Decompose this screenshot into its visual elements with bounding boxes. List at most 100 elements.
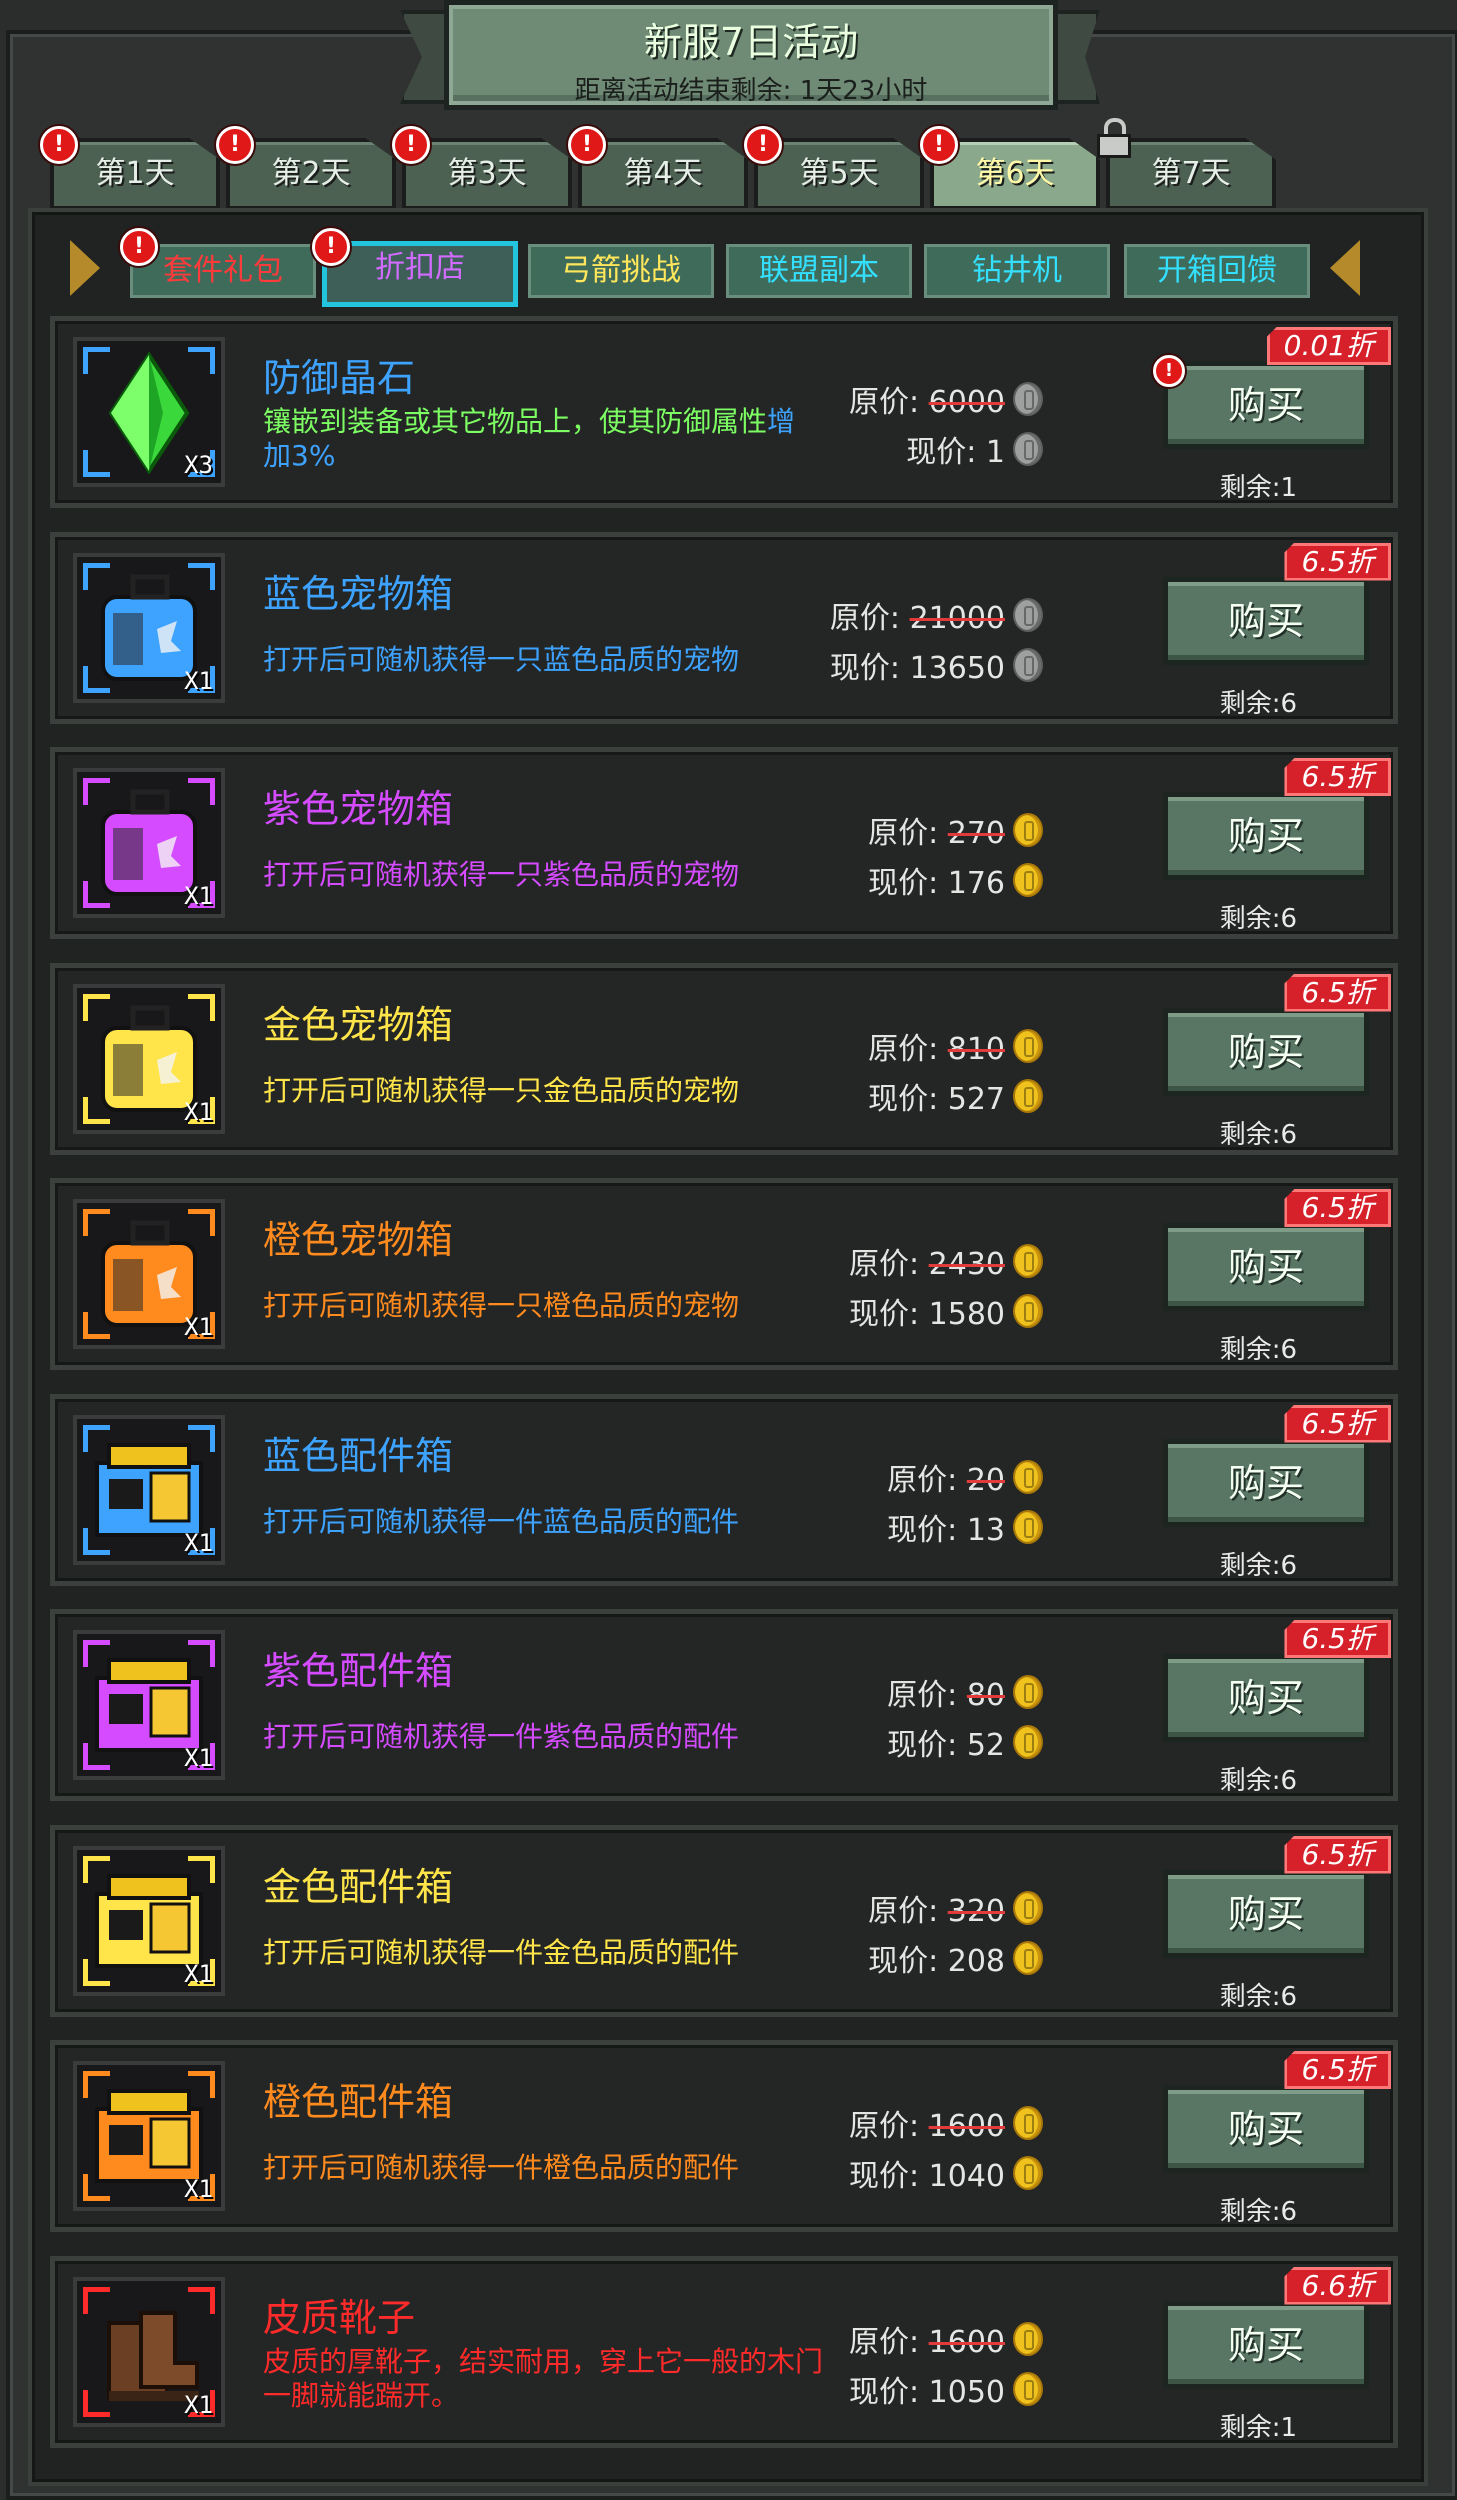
gold-parts-crate-icon: X1 bbox=[73, 1845, 225, 1996]
current-price-value: 1580 bbox=[928, 1297, 1005, 1332]
item-name: 皮质靴子 bbox=[263, 2295, 416, 2340]
current-price-value: 208 bbox=[947, 1943, 1005, 1979]
gold-coin-icon bbox=[1013, 1725, 1043, 1759]
alert-badge-icon: ! bbox=[312, 228, 350, 266]
alert-badge-icon: ! bbox=[40, 126, 78, 164]
parts-crate-lid bbox=[107, 1442, 191, 1469]
subtab-1[interactable]: 套件礼包 bbox=[130, 244, 316, 298]
parts-crate-panel bbox=[149, 1902, 191, 1953]
current-price: 现价: 1580 bbox=[849, 1289, 1043, 1333]
original-price-value: 810 bbox=[947, 1031, 1005, 1067]
title-box: 新服7日活动 距离活动结束剩余: 1天23小时 bbox=[444, 0, 1058, 110]
current-price-value: 176 bbox=[947, 866, 1005, 901]
current-price-value: 13650 bbox=[909, 650, 1005, 686]
buy-button[interactable]: 购买 bbox=[1163, 2300, 1369, 2389]
parts-crate-panel bbox=[149, 1471, 191, 1522]
alert-badge-icon: ! bbox=[568, 126, 606, 164]
shop-item-row: X1 皮质靴子 皮质的厚靴子，结实耐用，穿上它一般的木门一脚就能踹开。 原价: 160… bbox=[50, 2255, 1398, 2448]
item-name: 蓝色配件箱 bbox=[263, 1433, 454, 1478]
buy-button[interactable]: 购买 bbox=[1163, 1438, 1369, 1527]
item-count: X1 bbox=[184, 666, 213, 695]
subtab-2[interactable]: 折扣店 bbox=[322, 241, 518, 307]
shop-item-row: X1 橙色配件箱 打开后可随机获得一件橙色品质的配件 原价: 1600 现价: 1040… bbox=[50, 2040, 1398, 2232]
current-price-label: 现价: bbox=[868, 1943, 948, 1979]
buy-button[interactable]: 购买 bbox=[1163, 1007, 1369, 1096]
item-description: 打开后可随机获得一件蓝色品质的配件 bbox=[263, 1504, 740, 1538]
remaining-count: 剩余:6 bbox=[1219, 1119, 1297, 1150]
current-price: 现价: 13650 bbox=[830, 643, 1043, 687]
shop-item-row: X3 防御晶石 镶嵌到装备或其它物品上，使其防御属性增加3% 原价: 6000 现价: … bbox=[50, 316, 1398, 508]
original-price-label: 原价: bbox=[887, 1462, 967, 1498]
item-name: 紫色宠物箱 bbox=[263, 787, 454, 831]
original-price-value: 2430 bbox=[928, 1247, 1005, 1282]
gold-coin-icon bbox=[1013, 1078, 1043, 1113]
current-price-value: 1040 bbox=[928, 2159, 1005, 2194]
crate-grille bbox=[113, 1259, 143, 1311]
item-name: 蓝色宠物箱 bbox=[263, 571, 454, 616]
parts-crate-lid bbox=[107, 1873, 191, 1900]
item-name: 防御晶石 bbox=[263, 356, 416, 400]
gold-coin-icon bbox=[1013, 813, 1043, 847]
buy-button[interactable]: 购买 bbox=[1163, 1869, 1369, 1958]
current-price-value: 527 bbox=[947, 1081, 1005, 1117]
shop-item-row: X1 蓝色配件箱 打开后可随机获得一件蓝色品质的配件 原价: 20 现价: 13 购买 6.… bbox=[50, 1393, 1398, 1586]
original-price: 原价: 810 bbox=[868, 1024, 1043, 1068]
original-price-label: 原价: bbox=[848, 385, 929, 420]
parts-crate-panel bbox=[149, 1686, 191, 1738]
buy-button[interactable]: 购买 bbox=[1163, 1654, 1369, 1742]
original-price: 原价: 270 bbox=[868, 808, 1043, 852]
subtab-6[interactable]: 开箱回馈 bbox=[1124, 244, 1310, 298]
current-price: 现价: 1040 bbox=[849, 2151, 1043, 2195]
original-price: 原价: 21000 bbox=[830, 593, 1043, 637]
purple-pet-crate-icon: X1 bbox=[73, 768, 225, 918]
parts-crate-panel bbox=[149, 2117, 191, 2169]
current-price: 现价: 13 bbox=[887, 1505, 1043, 1549]
item-name: 紫色配件箱 bbox=[263, 1649, 454, 1693]
original-price-value: 20 bbox=[966, 1462, 1005, 1498]
shop-item-row: X1 金色配件箱 打开后可随机获得一件金色品质的配件 原价: 320 现价: 208 购买… bbox=[50, 1824, 1398, 2017]
silver-coin-icon bbox=[1013, 647, 1043, 682]
gold-coin-icon bbox=[1013, 2371, 1043, 2406]
item-description: 镶嵌到装备或其它物品上，使其防御属性增加3% bbox=[263, 405, 823, 473]
buy-button[interactable]: 购买 bbox=[1163, 361, 1369, 449]
subtab-3[interactable]: 弓箭挑战 bbox=[528, 244, 714, 298]
leather-boots-icon: X1 bbox=[73, 2276, 225, 2427]
lock-body bbox=[1097, 134, 1131, 158]
parts-crate-lid bbox=[107, 1658, 191, 1684]
subtab-5[interactable]: 钻井机 bbox=[924, 244, 1110, 298]
original-price-label: 原价: bbox=[829, 600, 910, 636]
discount-badge: 6.5折 bbox=[1284, 758, 1391, 796]
alert-badge-icon: ! bbox=[744, 126, 782, 164]
shop-item-row: X1 紫色配件箱 打开后可随机获得一件紫色品质的配件 原价: 80 现价: 52 购买 6.… bbox=[50, 1609, 1398, 1801]
discount-badge: 6.5折 bbox=[1284, 1620, 1391, 1658]
original-price-label: 原价: bbox=[868, 816, 948, 851]
event-countdown: 距离活动结束剩余: 1天23小时 bbox=[574, 76, 928, 106]
item-count: X3 bbox=[184, 451, 213, 479]
current-price: 现价: 176 bbox=[868, 858, 1043, 902]
item-count: X1 bbox=[184, 1744, 213, 1772]
remaining-count: 剩余:6 bbox=[1219, 1335, 1297, 1365]
current-price-value: 52 bbox=[966, 1728, 1005, 1763]
shop-item-row: X1 橙色宠物箱 打开后可随机获得一只橙色品质的宠物 原价: 2430 现价: 1580… bbox=[50, 1178, 1398, 1370]
discount-badge: 6.5折 bbox=[1284, 2051, 1391, 2089]
gold-coin-icon bbox=[1013, 2106, 1043, 2140]
current-price-value: 1050 bbox=[928, 2374, 1005, 2410]
day-tab-7[interactable]: 第7天 bbox=[1106, 138, 1276, 210]
shop-item-row: X1 紫色宠物箱 打开后可随机获得一只紫色品质的宠物 原价: 270 现价: 176 购买… bbox=[50, 747, 1398, 939]
parts-crate-screen bbox=[109, 1478, 143, 1509]
item-description: 打开后可随机获得一件紫色品质的配件 bbox=[263, 1720, 740, 1753]
title-banner: 新服7日活动 距离活动结束剩余: 1天23小时 bbox=[400, 0, 1100, 110]
alert-badge-icon: ! bbox=[120, 228, 158, 266]
discount-badge: 6.5折 bbox=[1284, 542, 1391, 581]
crate-handle bbox=[130, 574, 170, 599]
item-description-main: 镶嵌到装备或其它物品上，使其防御属性 bbox=[263, 405, 768, 438]
subtab-4[interactable]: 联盟副本 bbox=[726, 244, 912, 298]
buy-button[interactable]: 购买 bbox=[1163, 2085, 1369, 2173]
orange-parts-crate-icon: X1 bbox=[73, 2061, 225, 2211]
buy-button[interactable]: 购买 bbox=[1163, 576, 1369, 665]
buy-button[interactable]: 购买 bbox=[1163, 1223, 1369, 1311]
remaining-count: 剩余:6 bbox=[1219, 688, 1297, 719]
buy-button[interactable]: 购买 bbox=[1163, 792, 1369, 880]
parts-crate-screen bbox=[109, 2125, 143, 2155]
remaining-count: 剩余:1 bbox=[1219, 2412, 1297, 2443]
